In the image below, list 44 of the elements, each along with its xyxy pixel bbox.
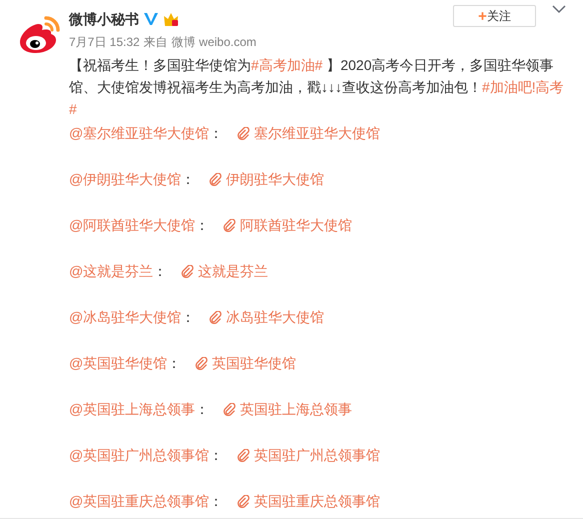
mention-link[interactable]: @阿联酋驻华大使馆 (69, 214, 196, 236)
colon: ： (209, 492, 224, 511)
web-link[interactable]: 英国驻重庆总领事馆 (254, 490, 380, 512)
follow-button[interactable]: +关注 (453, 5, 536, 27)
crown-icon (163, 11, 179, 27)
colon: ： (153, 262, 168, 281)
web-link[interactable]: 冰岛驻华大使馆 (226, 306, 324, 328)
author-name[interactable]: 微博小秘书 (69, 8, 139, 30)
mention-link[interactable]: @英国驻上海总领事 (69, 398, 196, 420)
source-link[interactable]: 微博 weibo.com (172, 33, 256, 51)
mention-link[interactable]: @这就是芬兰 (69, 260, 154, 282)
mention-link[interactable]: @塞尔维亚驻华大使馆 (69, 122, 210, 144)
paperclip-icon (237, 494, 250, 508)
paperclip-icon (237, 126, 250, 140)
paperclip-icon (181, 264, 194, 278)
colon: ： (181, 170, 196, 189)
source-prefix: 来自 (144, 34, 168, 51)
paperclip-icon (223, 218, 236, 232)
web-link[interactable]: 英国驻上海总领事 (240, 398, 352, 420)
paperclip-icon (223, 402, 236, 416)
paperclip-icon (209, 172, 222, 186)
web-link[interactable]: 这就是芬兰 (198, 260, 268, 282)
mention-link[interactable]: @伊朗驻华大使馆 (69, 168, 182, 190)
colon: ： (195, 400, 210, 419)
mention-link[interactable]: @英国驻重庆总领事馆 (69, 490, 210, 512)
paperclip-icon (195, 356, 208, 370)
mention-link[interactable]: @英国驻广州总领事馆 (69, 444, 210, 466)
chevron-down-icon[interactable] (552, 5, 566, 14)
colon: ： (181, 308, 196, 327)
web-link[interactable]: 伊朗驻华大使馆 (226, 168, 324, 190)
colon: ： (209, 446, 224, 465)
colon: ： (167, 354, 182, 373)
mention-link[interactable]: @冰岛驻华大使馆 (69, 306, 182, 328)
web-link[interactable]: 塞尔维亚驻华大使馆 (254, 122, 380, 144)
colon: ： (209, 124, 224, 143)
web-link[interactable]: 阿联酋驻华大使馆 (240, 214, 352, 236)
mention-link[interactable]: @英国驻华使馆 (69, 352, 168, 374)
paperclip-icon (209, 310, 222, 324)
post-time[interactable]: 7月7日 15:32 (69, 33, 140, 51)
paperclip-icon (237, 448, 250, 462)
post-text: 【祝福考生！多国驻华使馆为#高考加油# 】2020高考今日开考，多国驻华领事馆、大使馆发博祝福考生为高考加油，戳↓↓↓查收这份高考加油包！#加油吧!高考# (69, 56, 565, 119)
colon: ： (195, 216, 210, 235)
web-link[interactable]: 英国驻广州总领事馆 (254, 444, 380, 466)
web-link[interactable]: 英国驻华使馆 (212, 352, 296, 374)
